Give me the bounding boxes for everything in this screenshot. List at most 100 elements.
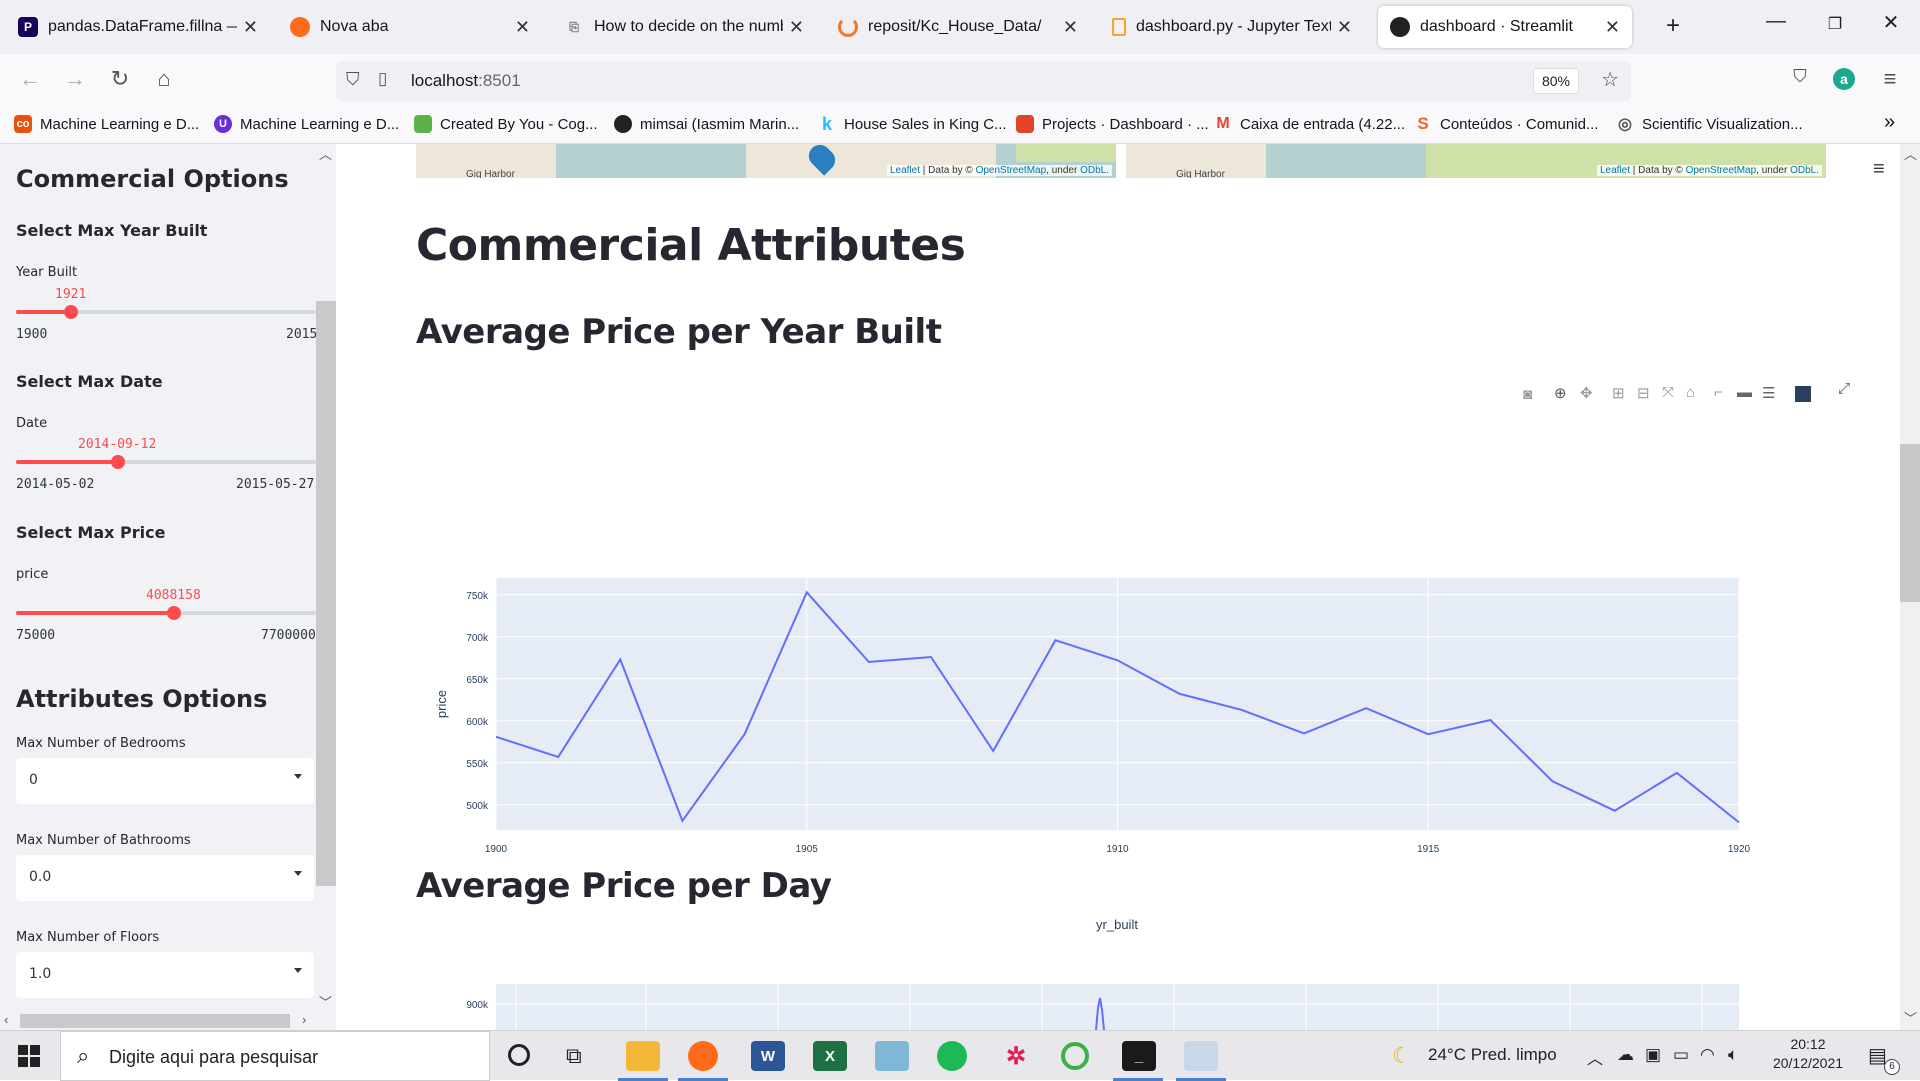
bookmark-item[interactable]: M Caixa de entrada (4.22...: [1214, 115, 1405, 133]
main-scrollbar-thumb[interactable]: [1900, 444, 1920, 602]
zoom-out-icon[interactable]: ⊟: [1637, 384, 1650, 402]
bathrooms-select[interactable]: 0.0: [16, 855, 314, 901]
bookmark-item[interactable]: ◎ Scientific Visualization...: [1616, 115, 1803, 134]
minimize-icon[interactable]: —: [1756, 10, 1796, 33]
slider-thumb[interactable]: [63, 305, 78, 319]
close-tab-icon[interactable]: ✕: [1605, 17, 1620, 38]
slider-thumb[interactable]: [166, 606, 181, 620]
spike-lines-icon[interactable]: ⌐: [1714, 384, 1723, 401]
slack-icon[interactable]: ✲: [999, 1041, 1033, 1071]
clock[interactable]: 20:12 20/12/2021: [1770, 1036, 1846, 1071]
menu-icon[interactable]: ≡: [1875, 66, 1905, 92]
show-hidden-icons-icon[interactable]: ︿: [1587, 1045, 1603, 1069]
autoscale-icon[interactable]: ⤧: [1662, 384, 1674, 401]
task-view-icon[interactable]: ⧉: [566, 1043, 582, 1069]
price-per-day-chart[interactable]: 900k: [416, 984, 1866, 1030]
address-bar[interactable]: ⛉ ▯ localhost:8501 80% ☆: [336, 61, 1631, 101]
volume-icon[interactable]: 🔈︎: [1728, 1045, 1738, 1065]
scroll-down-icon[interactable]: ﹀: [1904, 1008, 1917, 1027]
zoom-level[interactable]: 80%: [1532, 68, 1579, 94]
close-tab-icon[interactable]: ✕: [1337, 17, 1352, 38]
tab-streamlit-dashboard[interactable]: dashboard · Streamlit ✕: [1378, 6, 1632, 48]
word-icon[interactable]: W: [751, 1041, 785, 1071]
year-built-slider[interactable]: [16, 305, 316, 319]
reload-icon[interactable]: ↻: [105, 66, 135, 92]
plotly-logo-icon[interactable]: [1795, 386, 1811, 402]
fullscreen-icon[interactable]: ⤢: [1838, 380, 1850, 397]
bookmark-item[interactable]: co Machine Learning e D...: [14, 115, 199, 133]
battery-icon[interactable]: ▭: [1673, 1045, 1689, 1065]
bookmark-star-icon[interactable]: ☆: [1601, 67, 1619, 92]
zoom-in-icon[interactable]: ⊞: [1612, 384, 1625, 402]
close-tab-icon[interactable]: ✕: [1063, 17, 1078, 38]
scroll-up-icon[interactable]: ︿: [1904, 144, 1917, 163]
bookmark-item[interactable]: Created By You - Cog...: [414, 115, 598, 133]
bedrooms-select[interactable]: 0: [16, 758, 314, 804]
reset-axes-icon[interactable]: ⌂: [1686, 384, 1695, 401]
close-tab-icon[interactable]: ✕: [515, 17, 530, 38]
home-icon[interactable]: ⌂: [149, 66, 179, 92]
notes-icon[interactable]: [875, 1041, 909, 1071]
hover-closest-icon[interactable]: ▬: [1737, 384, 1752, 401]
hover-compare-icon[interactable]: ☰: [1762, 384, 1775, 402]
back-icon[interactable]: ←: [15, 66, 45, 92]
windows-start-icon[interactable]: [18, 1045, 40, 1067]
osm-link[interactable]: OpenStreetMap: [976, 165, 1047, 176]
scroll-up-icon[interactable]: ︿: [319, 144, 332, 163]
close-tab-icon[interactable]: ✕: [789, 17, 804, 38]
map-right[interactable]: Gig Harbor Leaflet | Data by © OpenStree…: [1126, 144, 1826, 178]
bookmark-item[interactable]: U Machine Learning e D...: [214, 115, 399, 133]
zoom-icon[interactable]: ⊕: [1554, 384, 1567, 402]
page-info-icon[interactable]: ▯: [378, 69, 387, 89]
restore-icon[interactable]: ❐: [1815, 14, 1855, 34]
more-bookmarks-icon[interactable]: »: [1884, 111, 1895, 134]
cortana-icon[interactable]: [508, 1044, 530, 1066]
tab-jupyter-repo[interactable]: reposit/Kc_House_Data/ ✕: [826, 6, 1090, 48]
file-explorer-icon[interactable]: [626, 1041, 660, 1071]
close-tab-icon[interactable]: ✕: [243, 17, 258, 38]
scroll-down-icon[interactable]: ﹀: [319, 992, 332, 1011]
leaflet-link[interactable]: Leaflet: [890, 165, 920, 176]
sidebar-scrollbar-thumb[interactable]: [316, 301, 336, 886]
bookmark-item[interactable]: S Conteúdos · Comunid...: [1414, 114, 1598, 133]
odbl-link[interactable]: ODbL.: [1080, 165, 1109, 176]
scroll-right-icon[interactable]: ›: [302, 1012, 306, 1027]
firefox-icon[interactable]: [688, 1041, 718, 1071]
camera-icon[interactable]: ◙: [1523, 386, 1532, 403]
wifi-icon[interactable]: ◠: [1700, 1045, 1715, 1065]
tab-how-to-decide[interactable]: ⎘ How to decide on the number ✕: [552, 6, 816, 48]
onedrive-icon[interactable]: ☁: [1617, 1045, 1634, 1065]
close-window-icon[interactable]: ✕: [1871, 10, 1911, 35]
taskbar-search-box[interactable]: ⌕ Digite aqui para pesquisar: [60, 1031, 490, 1081]
account-avatar[interactable]: a: [1833, 68, 1855, 90]
price-slider[interactable]: [16, 606, 316, 620]
leaflet-link[interactable]: Leaflet: [1600, 165, 1630, 176]
shield-icon[interactable]: ⛉: [346, 69, 360, 90]
forward-icon[interactable]: →: [60, 66, 90, 92]
date-slider[interactable]: [16, 455, 316, 469]
map-left[interactable]: Gig Harbor Leaflet | Data by © OpenStree…: [416, 144, 1116, 178]
scroll-left-icon[interactable]: ‹: [4, 1012, 8, 1027]
bookmark-item[interactable]: k House Sales in King C...: [818, 114, 1007, 134]
tab-dashboard-py[interactable]: dashboard.py - Jupyter Text Ed ✕: [1100, 6, 1364, 48]
weather-moon-icon[interactable]: ☾: [1392, 1043, 1412, 1069]
tab-pandas-fillna[interactable]: P pandas.DataFrame.fillna — par ✕: [6, 6, 270, 48]
anaconda-icon[interactable]: [1061, 1042, 1089, 1070]
odbl-link[interactable]: ODbL.: [1790, 165, 1819, 176]
slider-thumb[interactable]: [111, 455, 125, 469]
spotify-icon[interactable]: [937, 1041, 967, 1071]
device-icon[interactable]: ▣: [1645, 1045, 1661, 1065]
pocket-icon[interactable]: ⛉: [1785, 66, 1815, 87]
tab-nova-aba[interactable]: Nova aba ✕: [278, 6, 542, 48]
weather-text[interactable]: 24°C Pred. limpo: [1428, 1045, 1557, 1065]
bookmark-item[interactable]: Projects · Dashboard · ...: [1016, 115, 1209, 133]
new-tab-icon[interactable]: +: [1653, 12, 1693, 40]
floors-select[interactable]: 1.0: [16, 952, 314, 998]
bookmark-item[interactable]: mimsai (Iasmim Marin...: [614, 115, 799, 133]
excel-icon[interactable]: X: [813, 1041, 847, 1071]
streamlit-menu-icon[interactable]: ≡: [1873, 158, 1885, 181]
osm-link[interactable]: OpenStreetMap: [1686, 165, 1757, 176]
pan-icon[interactable]: ✥: [1580, 384, 1593, 402]
paint-icon[interactable]: [1184, 1041, 1218, 1071]
terminal-icon[interactable]: _: [1122, 1041, 1156, 1071]
